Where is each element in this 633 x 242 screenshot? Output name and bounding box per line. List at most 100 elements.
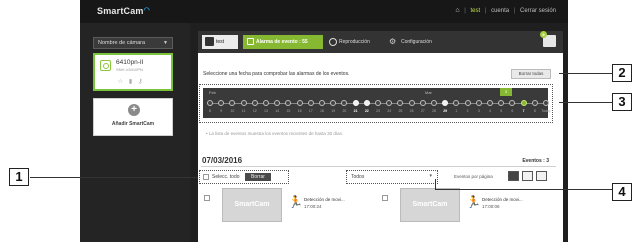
per-page-option-medium[interactable] — [522, 171, 533, 181]
add-smartcam-button[interactable]: + Añadir SmartCam — [93, 98, 173, 136]
timeline-day-label: 4 — [489, 109, 491, 113]
account-link[interactable]: cuenta — [491, 8, 509, 14]
timeline-day-dot[interactable] — [487, 100, 493, 106]
timeline-day-dot[interactable] — [207, 100, 213, 106]
timeline-day-dot[interactable] — [296, 100, 303, 106]
timeline-day-dot[interactable] — [307, 100, 314, 106]
tab-events-label: Alarma de evento : 55 — [256, 39, 308, 45]
tab-settings[interactable]: ⚙ Configuración — [389, 35, 447, 49]
timeline-day-dot[interactable] — [240, 100, 247, 106]
callout-leader — [30, 177, 198, 178]
chevron-down-icon: ▼ — [163, 40, 168, 46]
timeline-day-dot[interactable] — [520, 100, 527, 106]
timeline-day-label: 8 — [209, 109, 211, 113]
main-panel: test Alarma de evento : 55 Reproducción … — [198, 31, 563, 242]
select-all-checkbox[interactable] — [203, 174, 209, 180]
instructions-text: Seleccione una fecha para comprobar las … — [203, 71, 350, 77]
event-time: 17:00:24 — [304, 204, 322, 209]
timeline-day-label: 16 — [297, 109, 302, 113]
timeline-day-label: 8 — [533, 109, 536, 113]
home-icon[interactable]: ⌂ — [455, 7, 459, 14]
events-note: • La lista de eventos muestra los evento… — [206, 131, 344, 136]
tab-events[interactable]: Alarma de evento : 55 — [243, 35, 323, 49]
timeline-day-dot[interactable] — [397, 100, 404, 106]
timeline-day-dot[interactable] — [263, 100, 269, 106]
timeline-day-label: 6 — [511, 109, 514, 113]
timeline-day-dot[interactable] — [274, 100, 281, 106]
timeline-day-dot[interactable] — [218, 100, 225, 106]
event-thumbnail[interactable]: SmartCam — [222, 188, 282, 222]
timeline-day-label: 12 — [252, 109, 257, 113]
timeline-day-dot[interactable] — [251, 100, 258, 106]
timeline-day-dot[interactable] — [408, 100, 415, 106]
timeline-day-dot[interactable] — [363, 100, 370, 106]
timeline-day-dot[interactable] — [442, 100, 449, 106]
key-icon[interactable]: ⚷ — [138, 79, 148, 85]
timeline-day-dot[interactable] — [330, 100, 337, 106]
per-page-label: Eventos por página — [454, 174, 493, 179]
timeline-day-dot[interactable] — [386, 100, 393, 106]
event-checkbox[interactable] — [204, 195, 210, 201]
tab-playback[interactable]: Reproducción — [329, 35, 379, 49]
tab-camera[interactable]: test — [202, 35, 238, 49]
timeline-day-dot[interactable] — [341, 100, 348, 106]
timeline-day-dot[interactable] — [475, 100, 482, 106]
timeline-day-label: 5 — [500, 109, 503, 113]
event-time: 17:00:06 — [482, 204, 500, 209]
camera-name: 6410pn-II — [116, 59, 144, 66]
timeline-day-dot[interactable] — [352, 100, 359, 106]
timeline-day-dot[interactable] — [285, 100, 292, 106]
event-title: Detección de movi... — [304, 197, 345, 202]
camera-name-select[interactable]: Nombre de cámara ▼ — [93, 37, 173, 49]
callout-4: 4 — [612, 183, 632, 201]
timeline-day-label: 2 — [466, 109, 469, 113]
camera-icon — [205, 37, 214, 47]
timeline-day-label: 3 — [477, 109, 480, 113]
divider — [201, 166, 556, 167]
timeline-day-dot[interactable] — [431, 100, 437, 106]
timeline-day-dot[interactable] — [453, 100, 460, 106]
select-all-group: Selecc. todo Borrar — [199, 170, 289, 184]
alarm-icon — [247, 38, 254, 46]
sidebar: Nombre de cámara ▼ 6410pn-II SNH-V6410PN… — [80, 23, 190, 242]
camera-card[interactable]: 6410pn-II SNH-V6410PN ☆▮⚷ — [93, 53, 173, 91]
timeline-day-dot[interactable] — [509, 100, 516, 106]
callout-2: 2 — [612, 64, 632, 82]
event-checkbox[interactable] — [382, 195, 388, 201]
events-count: Eventos : 3 — [522, 158, 549, 164]
timeline-day-label: 10 — [230, 109, 235, 113]
timeline-day-label: 27 — [420, 109, 425, 113]
timeline-day-label: 29 — [443, 109, 448, 113]
timeline-day-dot[interactable] — [229, 100, 236, 106]
timeline-day-dot[interactable] — [375, 100, 381, 106]
star-icon[interactable]: ☆ — [117, 79, 128, 85]
camera-actions: ☆▮⚷ — [95, 78, 171, 85]
delete-button[interactable]: Borrar — [245, 173, 271, 181]
callout-leader — [435, 189, 613, 190]
event-thumbnail[interactable]: SmartCam — [400, 188, 460, 222]
tab-camera-label: test — [216, 39, 225, 45]
event-filter-select[interactable]: Todos ▾ — [346, 170, 438, 184]
notification-icon[interactable]: 8 — [540, 31, 556, 47]
timeline-month: Mar — [425, 90, 432, 95]
event-item[interactable]: SmartCam 🏃 Detección de movi... 17:00:06 — [376, 188, 551, 224]
callout-leader — [559, 102, 613, 103]
trash-icon[interactable]: ▮ — [129, 79, 138, 85]
timeline-day-dot[interactable] — [531, 100, 538, 106]
timeline-day-dot[interactable] — [498, 100, 505, 106]
clear-all-button[interactable]: Borrar todas — [511, 69, 551, 79]
timeline-day-dot[interactable] — [419, 100, 426, 106]
user-link[interactable]: test — [470, 8, 480, 14]
per-page-option-large[interactable] — [508, 171, 519, 181]
callout-leader — [435, 179, 436, 189]
add-smartcam-label: Añadir SmartCam — [111, 121, 155, 127]
event-item[interactable]: SmartCam 🏃 Detección de movi... 17:00:24 — [198, 188, 373, 224]
timeline-day-dot[interactable] — [319, 100, 325, 106]
wifi-icon: ◠ — [143, 7, 150, 14]
per-page-option-small[interactable] — [536, 171, 547, 181]
timeline-day-dot[interactable] — [543, 100, 549, 106]
camera-icon — [100, 60, 111, 71]
logout-link[interactable]: Cerrar sesión — [520, 8, 556, 14]
timeline-day-dot[interactable] — [464, 100, 471, 106]
timeline-day-label: 19 — [331, 109, 336, 113]
